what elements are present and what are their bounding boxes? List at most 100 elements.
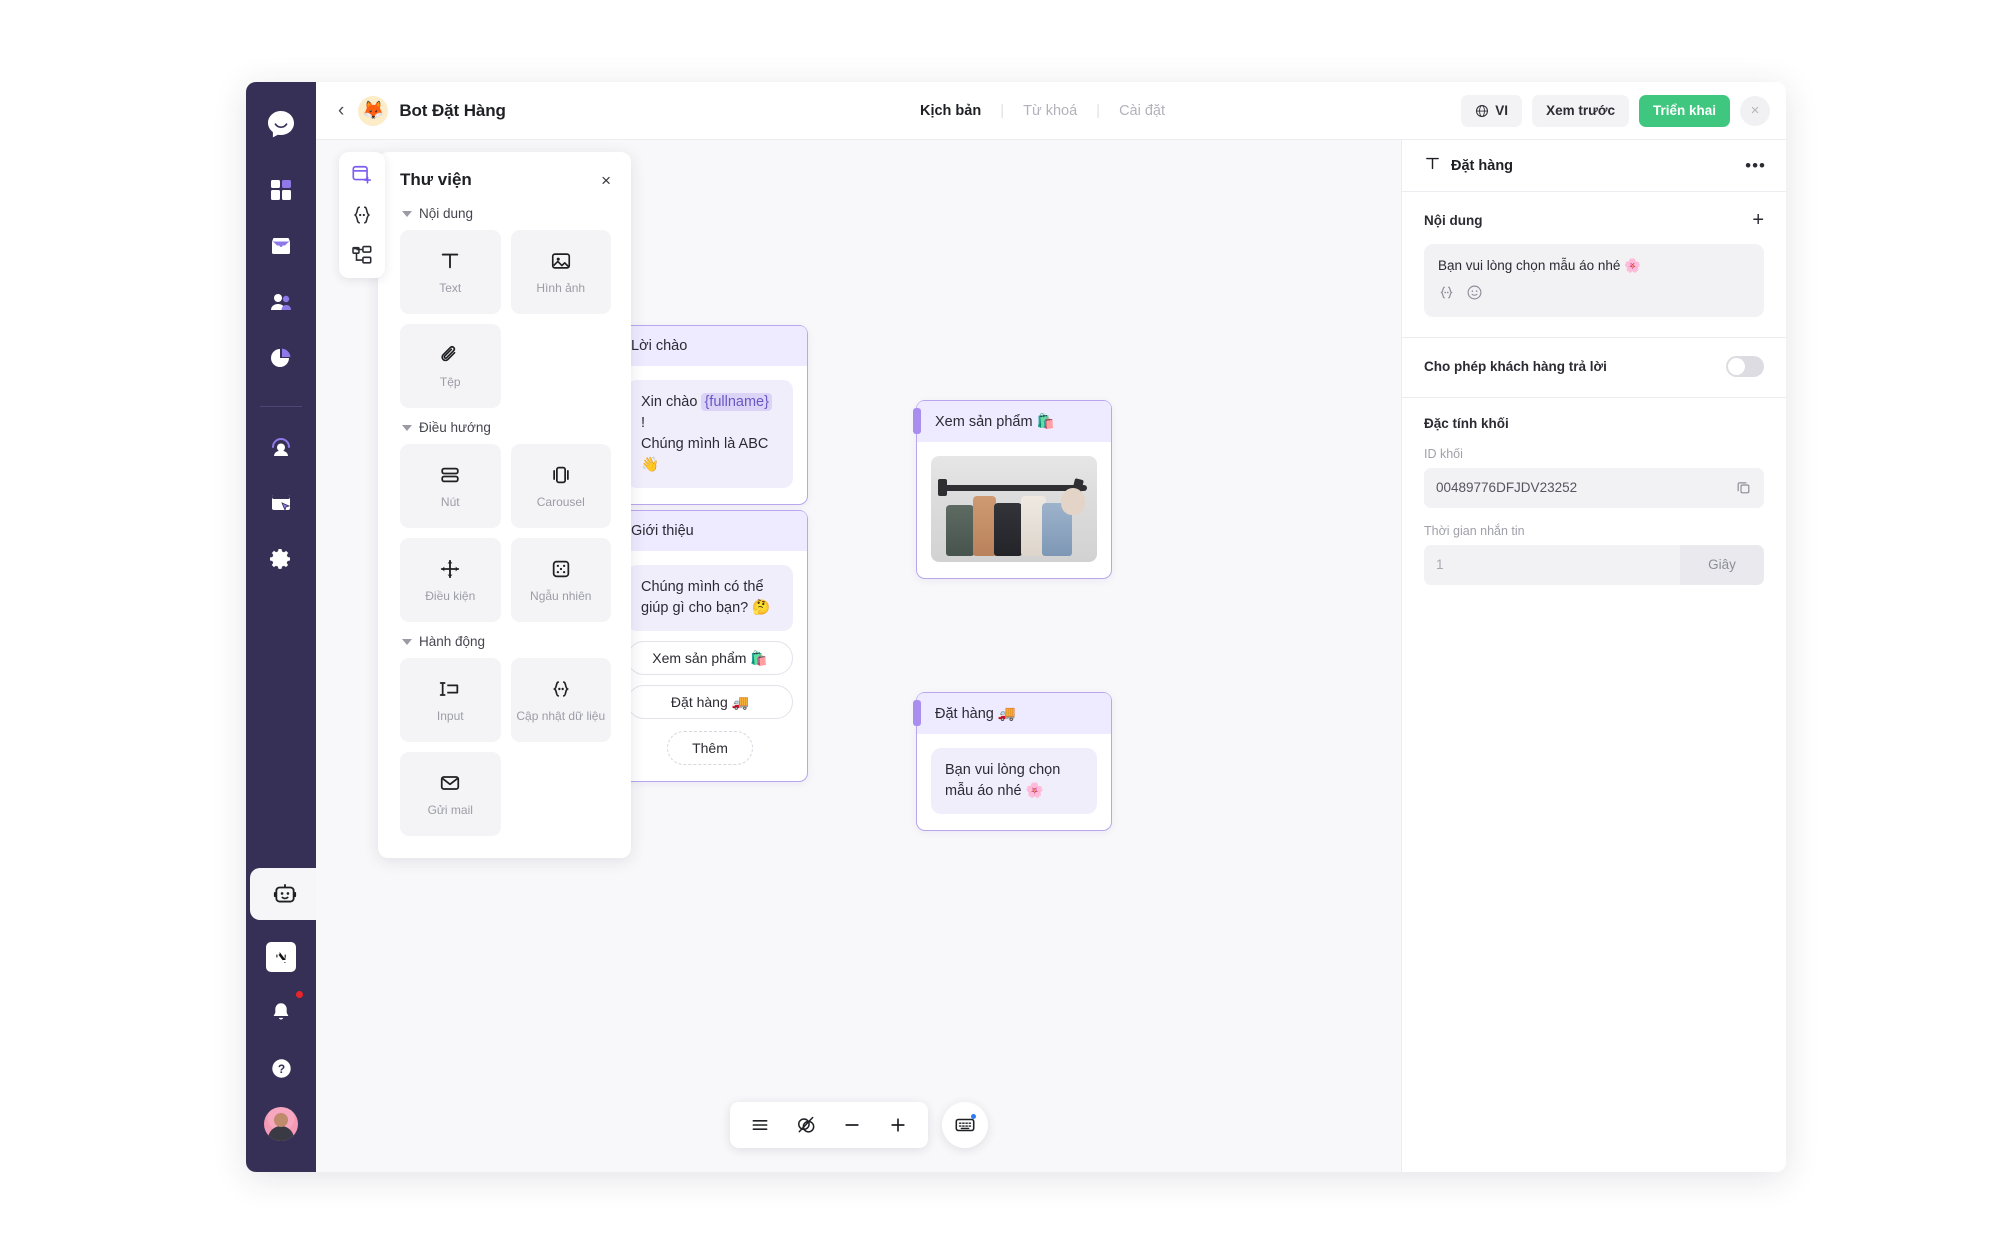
node-choice-order[interactable]: Đặt hàng 🚚 — [627, 685, 793, 719]
sidebar-item-support-agent[interactable] — [259, 425, 303, 469]
flow-node-greeting[interactable]: Lời chào Xin chào {fullname} ! Chúng mìn… — [612, 325, 808, 505]
flow-node-products[interactable]: Xem sản phẩm 🛍️ — [916, 400, 1112, 579]
library-item-input[interactable]: Input — [400, 658, 501, 742]
page-title: Bot Đặt Hàng — [399, 101, 505, 121]
message-pre: Xin chào — [641, 394, 701, 410]
zoom-in-icon[interactable] — [878, 1105, 918, 1145]
message-post: ! — [641, 415, 645, 431]
dice-icon — [550, 556, 572, 582]
emoji-icon[interactable] — [1466, 284, 1483, 306]
braces-icon — [550, 676, 572, 702]
content-label: Nội dung — [1424, 213, 1482, 228]
body: Thư viện × Nội dung Text — [316, 140, 1786, 1172]
inspector-content-section: Nội dung + Bạn vui lòng chọn mẫu áo nhé … — [1402, 192, 1786, 338]
globe-icon — [1475, 104, 1489, 118]
sidebar-item-settings[interactable] — [259, 537, 303, 581]
library-item-image[interactable]: Hình ảnh — [511, 230, 612, 314]
library-item-button[interactable]: Nút — [400, 444, 501, 528]
library-item-random[interactable]: Ngẫu nhiên — [511, 538, 612, 622]
sidebar-item-inbox[interactable] — [259, 224, 303, 268]
sidebar-item-contacts[interactable] — [259, 280, 303, 324]
keyboard-badge — [971, 1114, 976, 1119]
language-button[interactable]: VI — [1461, 95, 1522, 127]
flow-canvas[interactable]: Thư viện × Nội dung Text — [316, 140, 1401, 1172]
add-content-button[interactable]: + — [1752, 210, 1764, 230]
library-item-carousel[interactable]: Carousel — [511, 444, 612, 528]
library-group-label: Nội dung — [419, 206, 473, 221]
content-header: Nội dung + — [1424, 210, 1764, 230]
folder-tree-icon[interactable] — [349, 242, 375, 268]
sidebar-item-apps[interactable] — [259, 934, 303, 978]
inspector-menu-button[interactable]: ••• — [1745, 157, 1766, 174]
library-group-navigation[interactable]: Điều hướng — [402, 420, 611, 435]
buttons-icon — [439, 462, 461, 488]
library-group-label: Hành động — [419, 634, 485, 649]
braces-icon[interactable] — [1438, 284, 1455, 306]
library-group-content[interactable]: Nội dung — [402, 206, 611, 221]
image-icon — [550, 248, 572, 274]
library-group-label: Điều hướng — [419, 420, 491, 435]
top-bar: ‹ 🦊 Bot Đặt Hàng Kịch bản | Từ khoá | Cà… — [316, 82, 1786, 140]
copy-icon[interactable] — [1735, 479, 1752, 496]
sidebar-item-help[interactable]: ? — [259, 1046, 303, 1090]
braces-icon[interactable] — [349, 202, 375, 228]
inspector-header: Đặt hàng ••• — [1402, 140, 1786, 192]
block-id-field[interactable]: 00489776DFJDV23252 — [1424, 468, 1764, 508]
avatar[interactable] — [259, 1102, 303, 1146]
chevron-down-icon — [402, 425, 412, 431]
variable-chip: {fullname} — [701, 393, 772, 411]
content-card-tools — [1438, 284, 1750, 306]
add-block-icon[interactable] — [349, 162, 375, 188]
keyboard-shortcuts-button[interactable] — [942, 1102, 988, 1148]
chevron-down-icon — [402, 639, 412, 645]
node-choice-view-products[interactable]: Xem sản phẩm 🛍️ — [627, 641, 793, 675]
delay-field[interactable]: 1 Giây — [1424, 545, 1764, 585]
tab-scenario[interactable]: Kịch bản — [901, 103, 1000, 119]
language-label: VI — [1495, 103, 1508, 118]
library-item-condition[interactable]: Điều kiện — [400, 538, 501, 622]
library-grid-content: Text Hình ảnh Tệp — [400, 230, 611, 408]
delay-value[interactable]: 1 — [1424, 545, 1680, 585]
node-add-choice-button[interactable]: Thêm — [667, 731, 753, 765]
sidebar-item-bot[interactable] — [250, 868, 320, 920]
library-group-action[interactable]: Hành động — [402, 634, 611, 649]
library-item-send-mail[interactable]: Gửi mail — [400, 752, 501, 836]
venn-icon[interactable] — [786, 1105, 826, 1145]
tab-keywords[interactable]: Từ khoá — [1004, 103, 1096, 119]
close-button[interactable]: × — [1740, 96, 1770, 126]
library-grid-action: Input Cập nhật dữ liệu Gửi — [400, 658, 611, 836]
chat-bubble-logo[interactable] — [260, 104, 302, 146]
library-title: Thư viện — [400, 170, 472, 190]
app-window: N ? ‹ 🦊 Bot Đặt Hàng — [246, 82, 1786, 1172]
library-item-update-data[interactable]: Cập nhật dữ liệu — [511, 658, 612, 742]
flow-node-order[interactable]: Đặt hàng 🚚 Bạn vui lòng chọn mẫu áo nhé … — [916, 692, 1112, 831]
content-card[interactable]: Bạn vui lòng chọn mẫu áo nhé 🌸 — [1424, 244, 1764, 317]
reply-toggle-switch[interactable] — [1726, 356, 1764, 377]
node-message: Bạn vui lòng chọn mẫu áo nhé 🌸 — [931, 748, 1097, 814]
hamburger-icon[interactable] — [740, 1105, 780, 1145]
sidebar-item-widgets[interactable] — [259, 481, 303, 525]
library-panel: Thư viện × Nội dung Text — [378, 152, 631, 858]
preview-button[interactable]: Xem trước — [1532, 95, 1629, 127]
deploy-button[interactable]: Triển khai — [1639, 95, 1730, 127]
inspector-panel: Đặt hàng ••• Nội dung + Bạn vui lòng chọ… — [1401, 140, 1786, 1172]
library-item-file[interactable]: Tệp — [400, 324, 501, 408]
sidebar-item-dashboard[interactable] — [259, 168, 303, 212]
node-title: Xem sản phẩm 🛍️ — [917, 401, 1111, 442]
notification-badge — [294, 989, 305, 1000]
inspector-reply-toggle-section: Cho phép khách hàng trả lời — [1402, 338, 1786, 398]
sidebar-item-notifications[interactable] — [259, 990, 303, 1034]
node-body: Bạn vui lòng chọn mẫu áo nhé 🌸 — [917, 734, 1111, 830]
library-item-label: Carousel — [533, 495, 589, 510]
back-button[interactable]: ‹ — [338, 101, 344, 120]
library-item-label: Text — [435, 281, 465, 296]
zoom-out-icon[interactable] — [832, 1105, 872, 1145]
node-title: Đặt hàng 🚚 — [917, 693, 1111, 734]
tab-settings[interactable]: Cài đặt — [1100, 103, 1184, 119]
reply-toggle-row: Cho phép khách hàng trả lời — [1424, 356, 1764, 377]
flow-node-intro[interactable]: Giới thiệu Chúng mình có thể giúp gì cho… — [612, 510, 808, 782]
close-icon[interactable]: × — [601, 172, 611, 189]
sidebar-item-analytics[interactable] — [259, 336, 303, 380]
node-message: Xin chào {fullname} ! Chúng mình là ABC … — [627, 380, 793, 488]
library-item-text[interactable]: Text — [400, 230, 501, 314]
